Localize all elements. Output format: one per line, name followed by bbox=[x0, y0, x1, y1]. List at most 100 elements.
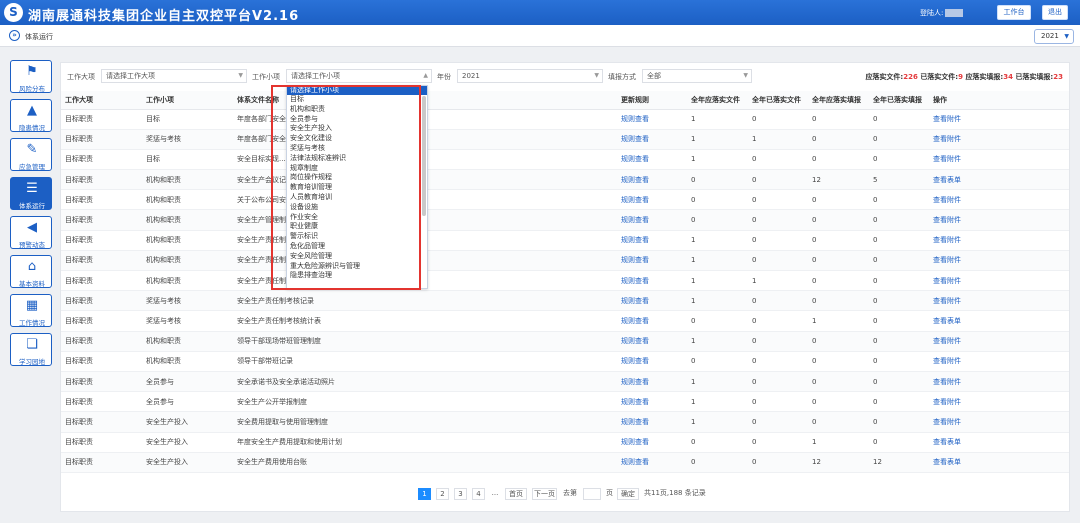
double-chevron-icon[interactable]: » bbox=[9, 30, 20, 41]
table-cell: 安全费用提取与使用管理制度 bbox=[233, 411, 617, 433]
table-cell: 目标职责 bbox=[61, 230, 142, 251]
rule-view-link[interactable]: 规则查看 bbox=[617, 250, 687, 272]
view-action-link[interactable]: 查看附件 bbox=[929, 411, 1069, 433]
rule-view-link[interactable]: 规则查看 bbox=[617, 270, 687, 292]
year-filter-label: 年份 bbox=[437, 73, 451, 81]
rule-view-link[interactable]: 规则查看 bbox=[617, 230, 687, 251]
table-cell: 目标职责 bbox=[61, 331, 142, 352]
view-action-link[interactable]: 查看附件 bbox=[929, 250, 1069, 272]
chevron-down-icon: ▼ bbox=[743, 72, 748, 79]
view-action-link[interactable]: 查看表单 bbox=[929, 432, 1069, 453]
rule-view-link[interactable]: 规则查看 bbox=[617, 432, 687, 453]
goto-label: 去第 bbox=[563, 489, 577, 497]
table-header-cell: 工作小项 bbox=[142, 91, 233, 110]
table-cell: 1 bbox=[808, 432, 869, 453]
table-row: 目标职责 机构和职责 安全生产会议记... 规则查看 0 0 12 5 查看表单 bbox=[61, 169, 1069, 191]
table-header-cell: 操作 bbox=[929, 91, 1069, 110]
rule-view-link[interactable]: 规则查看 bbox=[617, 290, 687, 312]
logout-button[interactable]: 退出 bbox=[1042, 5, 1068, 20]
view-action-link[interactable]: 查看附件 bbox=[929, 149, 1069, 171]
table-cell: 0 bbox=[869, 250, 929, 272]
sidebar-item-label: 工作情况 bbox=[19, 319, 45, 327]
table-cell: 0 bbox=[808, 331, 869, 352]
rule-view-link[interactable]: 规则查看 bbox=[617, 452, 687, 473]
table-cell: 0 bbox=[808, 250, 869, 272]
rule-view-link[interactable]: 规则查看 bbox=[617, 109, 687, 130]
rule-view-link[interactable]: 规则查看 bbox=[617, 129, 687, 150]
chevron-down-icon: ▼ bbox=[238, 72, 243, 79]
view-action-link[interactable]: 查看附件 bbox=[929, 371, 1069, 393]
table-row: 目标职责 机构和职责 领导干部现场带班管理制度 规则查看 1 0 0 0 查看附件 bbox=[61, 331, 1069, 352]
table-cell: 0 bbox=[808, 109, 869, 130]
table-cell: 0 bbox=[748, 371, 808, 393]
view-action-link[interactable]: 查看表单 bbox=[929, 310, 1069, 332]
stats-summary: 应落实文件:226 已落实文件:9 应落实填报:34 已落实填报:23 bbox=[865, 72, 1063, 82]
rule-view-link[interactable]: 规则查看 bbox=[617, 189, 687, 211]
rule-view-link[interactable]: 规则查看 bbox=[617, 351, 687, 372]
work-item-select[interactable]: 请选择工作小项 ▲ bbox=[286, 69, 432, 83]
view-action-link[interactable]: 查看附件 bbox=[929, 351, 1069, 372]
sidebar-item-emergency[interactable]: ✎ 应急管理 bbox=[10, 138, 52, 171]
sidebar-item-system[interactable]: ☰ 体系运行 bbox=[10, 177, 52, 210]
table-cell: 目标职责 bbox=[61, 129, 142, 150]
sidebar-item-risk[interactable]: ⚑ 风险分布 bbox=[10, 60, 52, 93]
table-cell: 0 bbox=[869, 189, 929, 211]
view-action-link[interactable]: 查看表单 bbox=[929, 169, 1069, 191]
sidebar-item-label: 预警动态 bbox=[19, 241, 45, 249]
sidebar-item-learning[interactable]: ❏ 学习园地 bbox=[10, 333, 52, 366]
view-action-link[interactable]: 查看附件 bbox=[929, 391, 1069, 413]
breadcrumb: » 体系运行 bbox=[0, 25, 1080, 47]
table-cell: 0 bbox=[869, 209, 929, 231]
work-category-select[interactable]: 请选择工作大项 ▼ bbox=[101, 69, 247, 83]
view-action-link[interactable]: 查看附件 bbox=[929, 270, 1069, 292]
view-action-link[interactable]: 查看附件 bbox=[929, 209, 1069, 231]
fill-method-select[interactable]: 全部 ▼ bbox=[642, 69, 752, 83]
view-action-link[interactable]: 查看表单 bbox=[929, 452, 1069, 473]
table-cell: 机构和职责 bbox=[142, 351, 233, 372]
view-action-link[interactable]: 查看附件 bbox=[929, 109, 1069, 130]
page-button[interactable]: 2 bbox=[436, 488, 449, 500]
table-cell: 1 bbox=[687, 109, 748, 130]
table-header-cell: 全年已落实填报 bbox=[869, 91, 929, 110]
year-select-value: 2021 bbox=[1041, 32, 1059, 40]
pager-summary: 共11页,188 条记录 bbox=[644, 489, 706, 497]
rule-view-link[interactable]: 规则查看 bbox=[617, 331, 687, 352]
sidebar-item-hazard[interactable]: ▲ 隐患情况 bbox=[10, 99, 52, 132]
table-cell: 0 bbox=[808, 230, 869, 251]
page-button[interactable]: 3 bbox=[454, 488, 467, 500]
rule-view-link[interactable]: 规则查看 bbox=[617, 391, 687, 413]
rule-view-link[interactable]: 规则查看 bbox=[617, 371, 687, 393]
page-button[interactable]: 4 bbox=[472, 488, 485, 500]
table-cell: 0 bbox=[808, 270, 869, 292]
rule-view-link[interactable]: 规则查看 bbox=[617, 169, 687, 191]
rule-view-link[interactable]: 规则查看 bbox=[617, 310, 687, 332]
table-cell: 1 bbox=[687, 391, 748, 413]
goto-page-input[interactable] bbox=[583, 488, 601, 500]
year-filter-select[interactable]: 2021 ▼ bbox=[457, 69, 603, 83]
calendar-icon: ▦ bbox=[25, 298, 39, 313]
table-cell: 0 bbox=[869, 351, 929, 372]
table-cell: 全员参与 bbox=[142, 391, 233, 413]
workbench-button[interactable]: 工作台 bbox=[997, 5, 1031, 20]
rule-view-link[interactable]: 规则查看 bbox=[617, 149, 687, 171]
table-cell: 机构和职责 bbox=[142, 189, 233, 211]
sidebar: ⚑ 风险分布 ▲ 隐患情况 ✎ 应急管理 ☰ 体系运行 ◀ 预警动态 ⌂ 基本资料 ▦ 工作情… bbox=[10, 60, 52, 372]
view-action-link[interactable]: 查看附件 bbox=[929, 331, 1069, 352]
table-header-cell: 更新规则 bbox=[617, 91, 687, 110]
first-page-button[interactable]: 首页 bbox=[505, 488, 527, 500]
sidebar-item-basic-data[interactable]: ⌂ 基本资料 bbox=[10, 255, 52, 288]
rule-view-link[interactable]: 规则查看 bbox=[617, 411, 687, 433]
sidebar-item-alert[interactable]: ◀ 预警动态 bbox=[10, 216, 52, 249]
page-button[interactable]: 1 bbox=[418, 488, 431, 500]
rule-view-link[interactable]: 规则查看 bbox=[617, 209, 687, 231]
scrollbar[interactable] bbox=[422, 96, 426, 216]
next-page-button[interactable]: 下一页 bbox=[532, 488, 557, 500]
table-cell: 奖惩与考核 bbox=[142, 129, 233, 150]
view-action-link[interactable]: 查看附件 bbox=[929, 290, 1069, 312]
confirm-button[interactable]: 确定 bbox=[617, 488, 639, 500]
view-action-link[interactable]: 查看附件 bbox=[929, 189, 1069, 211]
year-select[interactable]: 2021 ▼ bbox=[1034, 29, 1074, 44]
view-action-link[interactable]: 查看附件 bbox=[929, 129, 1069, 150]
view-action-link[interactable]: 查看附件 bbox=[929, 230, 1069, 251]
sidebar-item-work-status[interactable]: ▦ 工作情况 bbox=[10, 294, 52, 327]
